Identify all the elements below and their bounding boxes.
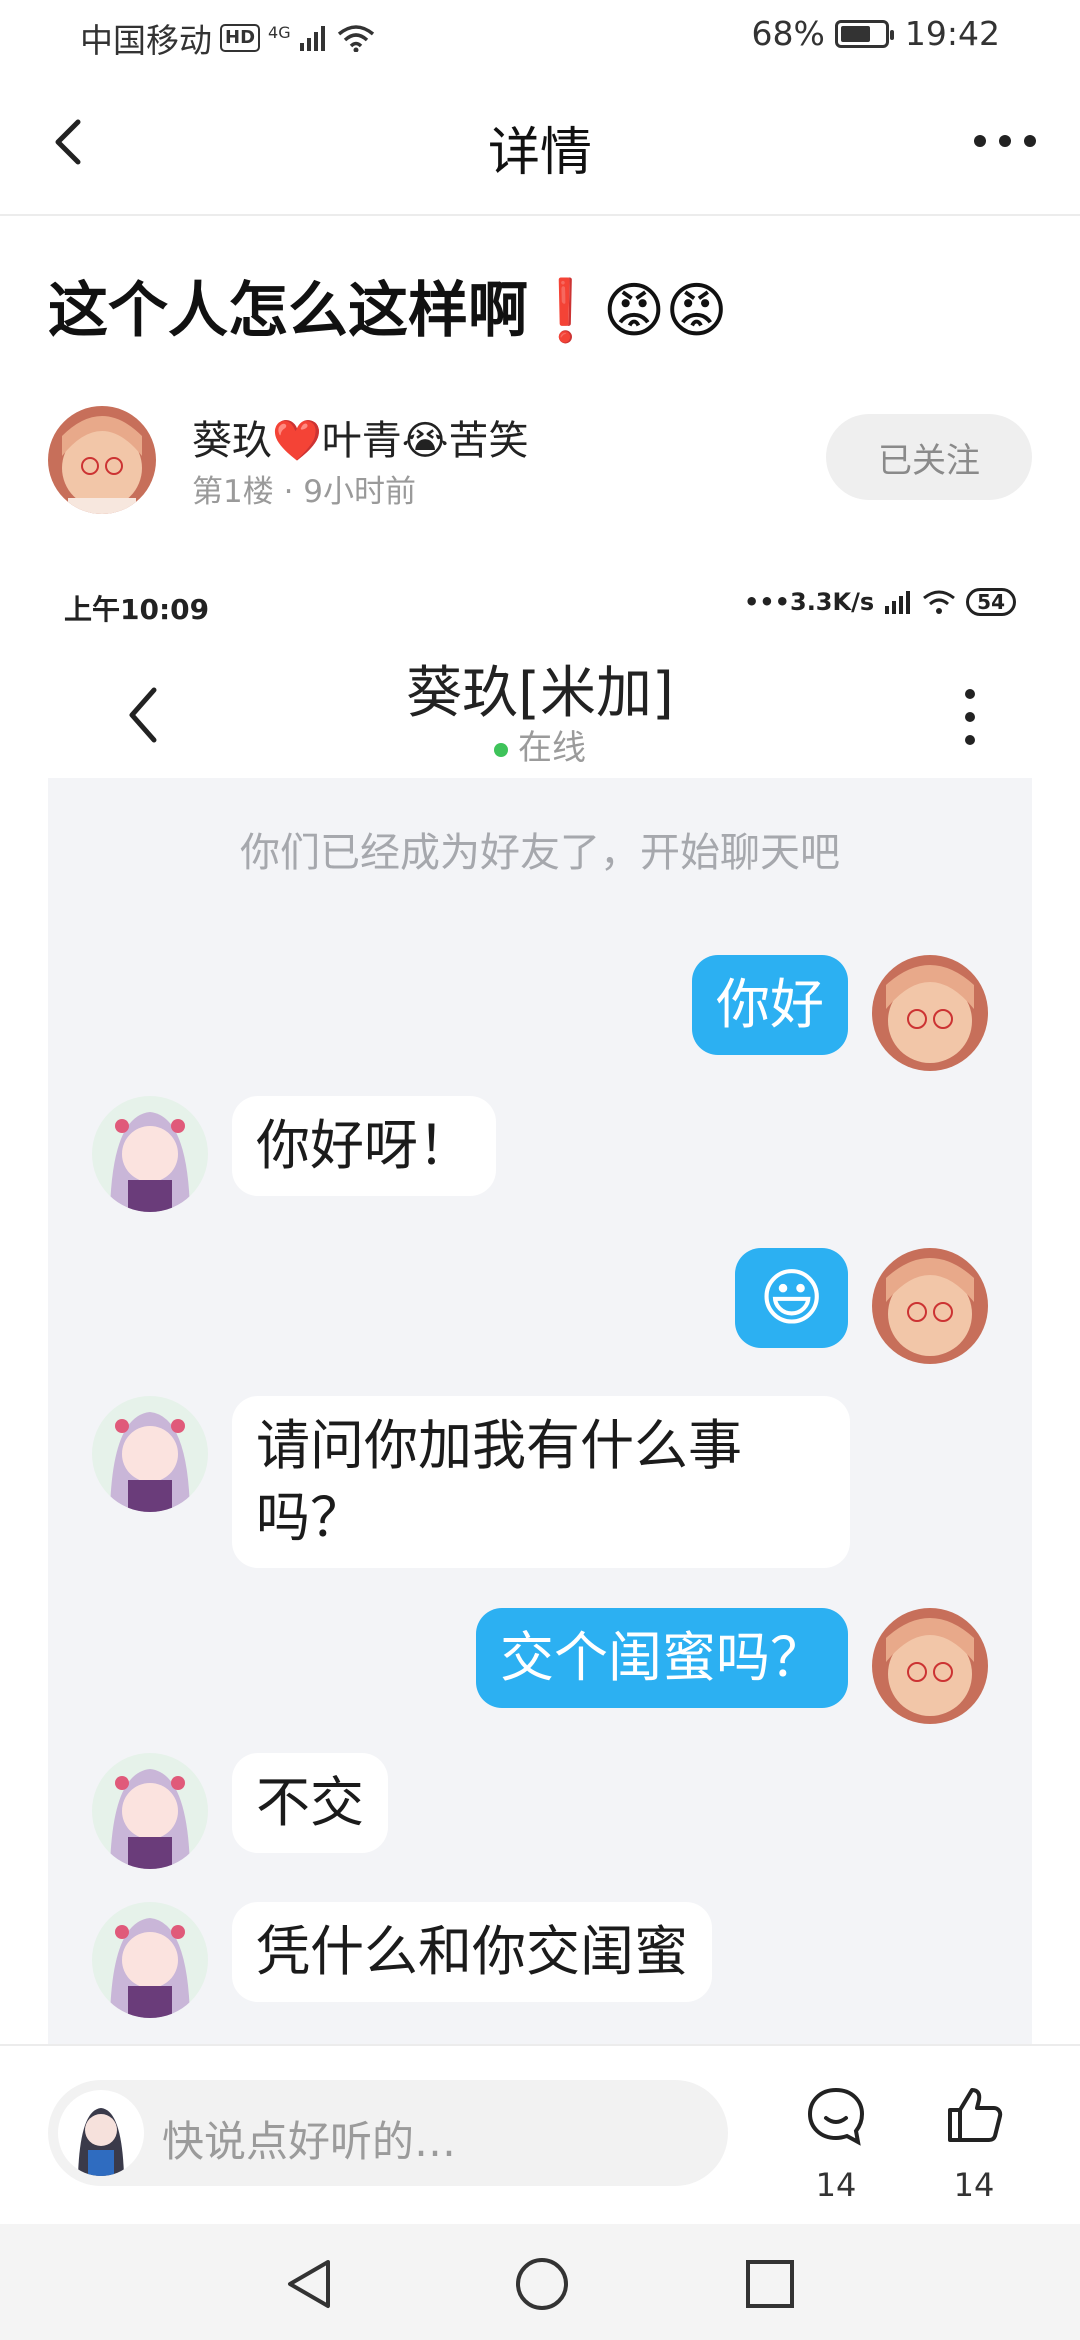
comment-input[interactable]: 快说点好听的… xyxy=(48,2080,728,2186)
wifi-icon xyxy=(337,25,374,52)
network-type: 4G xyxy=(268,22,291,42)
message-bubble-other[interactable]: 你好呀！ xyxy=(232,1096,496,1196)
friend-avatar[interactable] xyxy=(92,1396,208,1512)
follow-button[interactable]: 已关注 xyxy=(826,414,1032,500)
author-name[interactable]: 葵玖❤️叶青😭苦笑 xyxy=(192,408,529,466)
system-message: 你们已经成为好友了，开始聊天吧 xyxy=(240,830,840,876)
friend-avatar[interactable] xyxy=(92,1096,208,1212)
battery-icon xyxy=(834,19,894,48)
author-meta: 第1楼 · 9小时前 xyxy=(192,474,417,510)
post-title: 这个人怎么这样啊❗😡😡 xyxy=(48,276,728,346)
back-triangle-icon[interactable] xyxy=(282,2256,338,2312)
message-bubble-me[interactable]: 你好 xyxy=(692,955,848,1055)
chat-more-icon[interactable] xyxy=(958,682,982,752)
chat-area[interactable]: 你们已经成为好友了，开始聊天吧 你好 你好呀！ 😃 请问你加我有什么事吗？ 交个… xyxy=(48,778,1032,2050)
current-user-avatar xyxy=(58,2090,144,2176)
more-options-icon[interactable] xyxy=(970,116,1040,166)
signal-icon xyxy=(299,26,325,51)
comment-bar: 快说点好听的… 14 14 xyxy=(0,2044,1080,2226)
online-dot-icon xyxy=(494,742,508,757)
status-bar: 中国移动 HD 4G 68% 19:42 xyxy=(0,0,1080,72)
message-bubble-other[interactable]: 不交 xyxy=(232,1753,388,1853)
screenshot-speed: •••3.3K/s xyxy=(743,588,875,616)
comment-placeholder: 快说点好听的… xyxy=(162,2117,457,2166)
message-bubble-other[interactable]: 凭什么和你交闺蜜 xyxy=(232,1902,712,2002)
home-circle-icon[interactable] xyxy=(512,2254,572,2314)
comment-icon[interactable] xyxy=(806,2086,866,2146)
battery-percent: 68% xyxy=(751,14,825,53)
status-left: 中国移动 HD 4G xyxy=(80,14,375,62)
chat-title: 葵玖[米加] xyxy=(406,661,674,726)
online-label: 在线 xyxy=(518,728,586,768)
hd-badge: HD xyxy=(220,24,261,52)
my-avatar[interactable] xyxy=(872,1608,988,1724)
friend-avatar[interactable] xyxy=(92,1753,208,1869)
clock: 19:42 xyxy=(904,14,1000,53)
message-bubble-me[interactable]: 😃 xyxy=(735,1248,848,1348)
system-nav-bar xyxy=(0,2224,1080,2340)
screenshot-time: 上午10:09 xyxy=(64,593,210,626)
like-count: 14 xyxy=(953,2166,995,2204)
recents-square-icon[interactable] xyxy=(742,2256,798,2312)
comment-count: 14 xyxy=(815,2166,857,2204)
screenshot-battery: 54 xyxy=(966,588,1016,616)
my-avatar[interactable] xyxy=(872,955,988,1071)
like-icon[interactable] xyxy=(944,2084,1004,2144)
my-avatar[interactable] xyxy=(872,1248,988,1364)
carrier-label: 中国移动 xyxy=(80,21,212,60)
message-bubble-me[interactable]: 交个闺蜜吗？ xyxy=(476,1608,848,1708)
screenshot-status-right: •••3.3K/s 54 xyxy=(744,588,1016,616)
friend-avatar[interactable] xyxy=(92,1902,208,2018)
chat-screenshot[interactable]: 上午10:09 •••3.3K/s 54 葵玖[米加] 在线 你们已经成为好友了… xyxy=(48,560,1032,2050)
screenshot-signal-icon xyxy=(885,591,911,614)
page-title: 详情 xyxy=(487,123,592,183)
message-bubble-other[interactable]: 请问你加我有什么事吗？ xyxy=(232,1396,850,1568)
top-nav: 详情 xyxy=(0,72,1080,216)
online-status: 在线 xyxy=(48,720,1032,769)
screenshot-wifi-icon xyxy=(923,590,956,614)
status-right: 68% 19:42 xyxy=(752,14,1000,53)
author-avatar[interactable] xyxy=(48,406,156,514)
